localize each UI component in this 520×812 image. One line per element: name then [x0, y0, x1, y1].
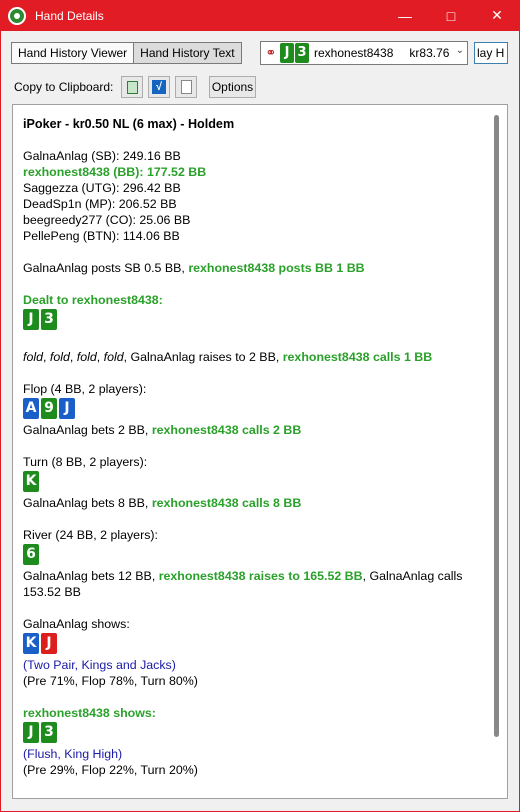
turn-action-line: GalnaAnlag bets 8 BB, rexhonest8438 call… — [23, 495, 478, 511]
hero-equity: (Pre 29%, Flop 22%, Turn 20%) — [23, 763, 198, 777]
villain-cards: K J — [23, 633, 478, 655]
seat-line-hero: rexhonest8438 (BB): 177.52 BB — [23, 165, 207, 179]
card: K — [23, 633, 39, 654]
seat-line: DeadSp1n (MP): 206.52 BB — [23, 197, 177, 211]
card: K — [23, 471, 39, 492]
html-copy-icon — [126, 80, 138, 94]
seat-line: PellePeng (BTN): 114.06 BB — [23, 229, 180, 243]
hand-header: iPoker - kr0.50 NL (6 max) - Holdem — [23, 117, 235, 131]
tab-hand-history-text[interactable]: Hand History Text — [133, 43, 241, 63]
seat-line: beegreedy277 (CO): 25.06 BB — [23, 213, 191, 227]
villain-show-label: GalnaAnlag shows: — [23, 617, 130, 631]
villain-equity: (Pre 71%, Flop 78%, Turn 80%) — [23, 674, 198, 688]
card: J — [23, 309, 39, 330]
preflop-line: fold, fold, fold, fold, GalnaAnlag raise… — [23, 350, 433, 364]
card: J — [41, 633, 57, 654]
hand-tag-icon: ⚭ — [265, 45, 277, 60]
poker-chip-icon — [8, 6, 26, 25]
selector-amount: kr83.76 — [409, 46, 450, 60]
copy-text-button[interactable] — [175, 76, 197, 98]
flop-label: Flop (4 BB, 2 players): — [23, 382, 147, 396]
river-action: GalnaAnlag bets 12 BB, — [23, 569, 159, 583]
minimize-icon[interactable]: — — [382, 0, 428, 31]
replay-hand-button[interactable]: lay H — [474, 42, 508, 64]
tab-hand-history-viewer[interactable]: Hand History Viewer — [12, 43, 134, 63]
selector-hole-cards: J 3 — [280, 43, 309, 63]
fold-action: fold — [23, 350, 43, 364]
copy-html-button[interactable] — [121, 76, 143, 98]
river-hero-action: rexhonest8438 raises to 165.52 BB — [158, 569, 363, 583]
river-cards: 6 — [23, 544, 478, 566]
villain-hand-desc: (Two Pair, Kings and Jacks) — [23, 658, 176, 672]
maximize-icon[interactable]: □ — [428, 0, 474, 31]
card: 3 — [41, 309, 57, 330]
vertical-scrollbar[interactable] — [493, 113, 500, 798]
card: J — [280, 43, 294, 63]
flop-action-line: GalnaAnlag bets 2 BB, rexhonest8438 call… — [23, 422, 478, 438]
card: 6 — [23, 544, 39, 565]
copy-forum-button[interactable]: √ — [148, 76, 170, 98]
turn-label: Turn (8 BB, 2 players): — [23, 455, 148, 469]
blinds-line: GalnaAnlag posts SB 0.5 BB, rexhonest843… — [23, 260, 478, 276]
flop-cards: A 9 J — [23, 398, 478, 420]
options-button[interactable]: Options — [209, 76, 256, 98]
card: J — [59, 398, 75, 419]
chart-copy-icon: √ — [152, 80, 166, 94]
card: A — [23, 398, 39, 419]
river-action-line: GalnaAnlag bets 12 BB, rexhonest8438 rai… — [23, 568, 478, 600]
hero-show-label: rexhonest8438 shows: — [23, 706, 156, 720]
hole-cards: J 3 — [23, 309, 478, 331]
close-icon[interactable]: ✕ — [474, 0, 520, 31]
bb-post-hero: rexhonest8438 posts BB 1 BB — [188, 261, 365, 275]
hand-history-text-panel[interactable]: iPoker - kr0.50 NL (6 max) - Holdem Galn… — [12, 104, 508, 799]
flop-hero-action: rexhonest8438 calls 2 BB — [151, 423, 302, 437]
preflop-raise: GalnaAnlag raises to 2 BB, — [130, 350, 283, 364]
river-label: River (24 BB, 2 players): — [23, 528, 158, 542]
chevron-down-icon[interactable]: ⌄ — [456, 45, 464, 56]
card: J — [23, 722, 39, 743]
hand-history-body: iPoker - kr0.50 NL (6 max) - Holdem Galn… — [23, 116, 478, 778]
view-tabs: Hand History Viewer Hand History Text — [11, 42, 242, 64]
card: 9 — [41, 398, 57, 419]
text-copy-icon — [180, 80, 192, 94]
turn-cards: K — [23, 471, 478, 493]
fold-action: fold — [49, 350, 70, 364]
preflop-hero-action: rexhonest8438 calls 1 BB — [282, 350, 433, 364]
hero-cards: J 3 — [23, 722, 478, 744]
window-title: Hand Details — [35, 8, 104, 23]
scroll-thumb[interactable] — [494, 115, 499, 737]
card: 3 — [41, 722, 57, 743]
seat-line: GalnaAnlag (SB): 249.16 BB — [23, 149, 181, 163]
turn-hero-action: rexhonest8438 calls 8 BB — [151, 496, 302, 510]
fold-action: fold — [103, 350, 124, 364]
seat-line: Saggezza (UTG): 296.42 BB — [23, 181, 181, 195]
dealt-label: Dealt to rexhonest8438: — [23, 293, 163, 307]
selector-player-name: rexhonest8438 — [314, 46, 394, 60]
fold-action: fold — [76, 350, 97, 364]
hand-selector-dropdown[interactable]: ⚭ J 3 rexhonest8438 kr83.76 ⌄ — [260, 41, 468, 65]
hero-hand-desc: (Flush, King High) — [23, 747, 123, 761]
copy-clipboard-label: Copy to Clipboard: — [14, 80, 114, 94]
turn-action: GalnaAnlag bets 8 BB, — [23, 496, 152, 510]
sb-post: GalnaAnlag posts SB 0.5 BB, — [23, 261, 189, 275]
flop-action: GalnaAnlag bets 2 BB, — [23, 423, 152, 437]
card: 3 — [295, 43, 309, 63]
title-bar: Hand Details — □ ✕ — [0, 0, 520, 31]
